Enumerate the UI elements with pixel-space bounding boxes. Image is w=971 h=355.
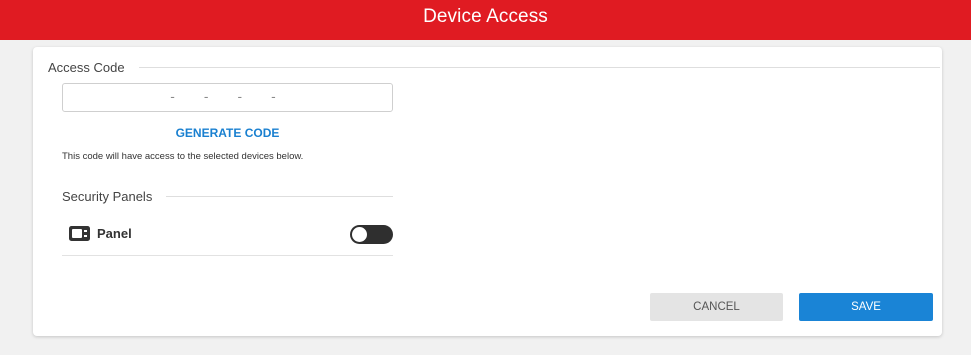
- access-code-hint: This code will have access to the select…: [62, 151, 304, 162]
- section-divider: [166, 196, 393, 197]
- access-code-field[interactable]: - - - -: [62, 83, 393, 112]
- generate-code-button[interactable]: GENERATE CODE: [62, 126, 393, 140]
- section-divider: [138, 67, 940, 68]
- security-panels-heading: Security Panels: [62, 189, 153, 204]
- cancel-button[interactable]: CANCEL: [650, 293, 783, 321]
- panel-toggle[interactable]: [350, 225, 393, 244]
- page-title: Device Access: [423, 6, 548, 27]
- access-code-heading: Access Code: [48, 60, 125, 75]
- security-panels-section-title: Security Panels: [62, 189, 393, 204]
- toggle-knob: [352, 227, 367, 242]
- access-code-section-title: Access Code: [48, 60, 940, 75]
- panel-icon: [69, 226, 90, 241]
- app-header: Device Access: [0, 0, 971, 40]
- list-item: Panel: [62, 220, 393, 256]
- device-access-card: Access Code - - - - GENERATE CODE This c…: [33, 47, 942, 336]
- save-button[interactable]: SAVE: [799, 293, 933, 321]
- panel-label: Panel: [97, 226, 132, 241]
